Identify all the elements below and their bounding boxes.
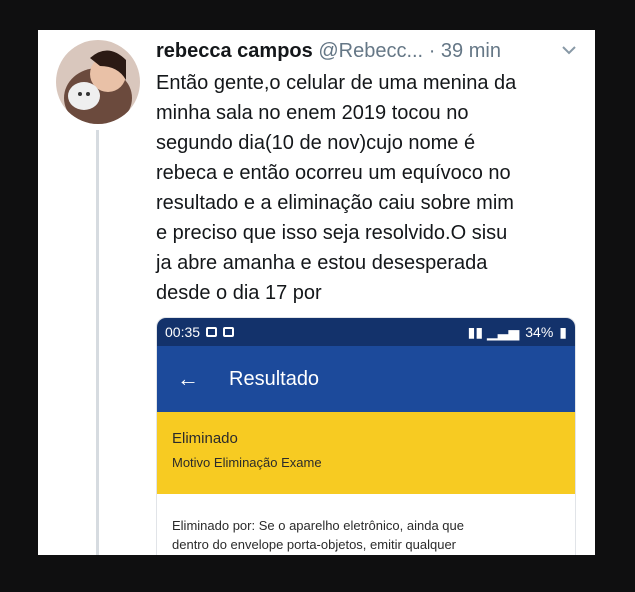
battery-level: 34% (525, 324, 554, 340)
notification-icon (206, 327, 218, 337)
result-detail: Eliminado por: Se o aparelho eletrônico,… (157, 494, 575, 555)
author-name[interactable]: rebecca campos (156, 40, 313, 62)
phone-status-bar: 00:35 ▮▮ ▁▃▅ 34% ▮ (157, 318, 575, 346)
app-bar: ← Resultado (157, 346, 575, 412)
status-time: 00:35 (165, 324, 201, 340)
avatar[interactable] (56, 40, 140, 124)
signal-icon: ▮▮ ▁▃▅ (467, 323, 520, 340)
chevron-down-icon[interactable] (560, 41, 578, 59)
tweet-time[interactable]: 39 min (441, 40, 501, 62)
author-handle[interactable]: @Rebecc... (318, 40, 423, 62)
notification-icon (223, 327, 235, 337)
battery-icon: ▮ (559, 323, 567, 340)
result-status: Eliminado (172, 430, 238, 447)
tweet-header: rebecca campos @Rebecc... · 39 min (156, 38, 586, 64)
arrow-left-icon[interactable]: ← (177, 368, 199, 390)
time-separator: · (428, 40, 436, 62)
tweet-card: rebecca campos @Rebecc... · 39 min Então… (38, 30, 595, 555)
app-title: Resultado (229, 367, 320, 390)
tweet-text: Então gente,o celular de uma menina da m… (156, 72, 517, 304)
attached-screenshot[interactable]: 00:35 ▮▮ ▁▃▅ 34% ▮ ← Resultado Eliminado… (156, 317, 576, 555)
thread-line (96, 130, 99, 555)
result-reason: Motivo Eliminação Exame (172, 455, 322, 470)
result-banner: Eliminado Motivo Eliminação Exame (157, 412, 575, 494)
